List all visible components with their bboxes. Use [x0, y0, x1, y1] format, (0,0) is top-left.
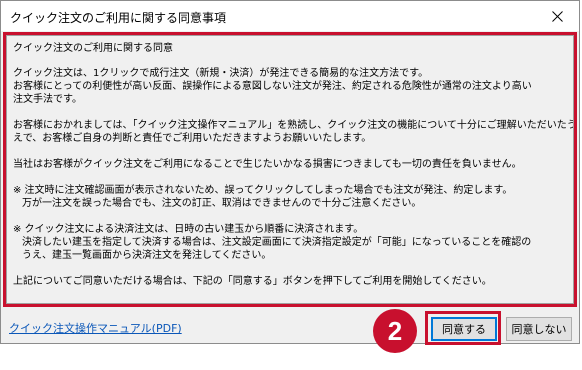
- step-number-badge: 2: [373, 309, 417, 353]
- consent-dialog: クイック注文のご利用に関する同意事項 クイック注文のご利用に関する同意 クイック…: [0, 0, 580, 344]
- manual-pdf-link[interactable]: クイック注文操作マニュアル(PDF): [9, 320, 182, 336]
- title-bar: クイック注文のご利用に関する同意事項: [1, 1, 579, 31]
- close-icon: [551, 10, 563, 22]
- text-highlight-frame: [3, 32, 577, 307]
- disagree-button-label: 同意しない: [511, 323, 567, 336]
- disagree-button[interactable]: 同意しない: [506, 317, 572, 341]
- window-title: クイック注文のご利用に関する同意事項: [10, 11, 227, 25]
- agree-button-highlight: [425, 311, 501, 345]
- close-button[interactable]: [535, 1, 579, 31]
